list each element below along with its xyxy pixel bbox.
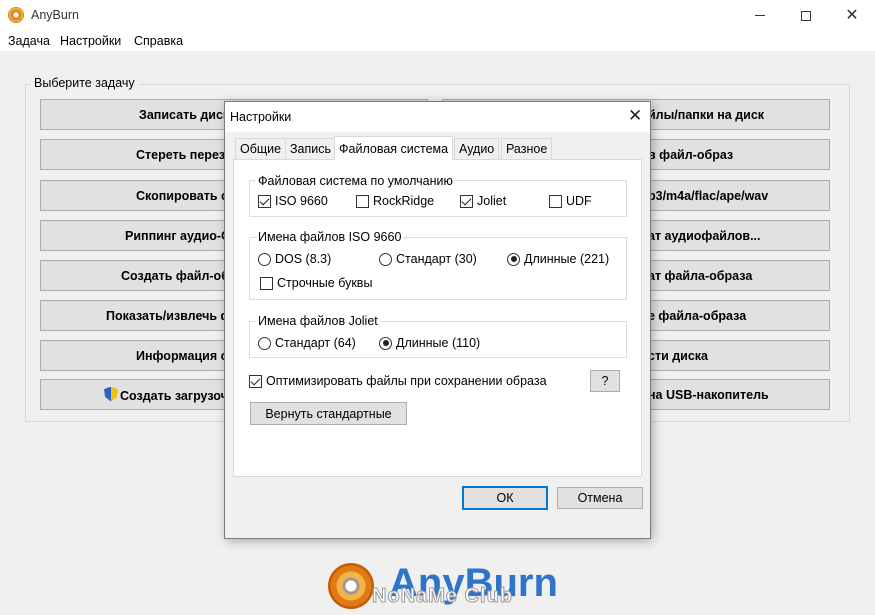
- minimize-icon: [755, 15, 765, 16]
- close-icon: ✕: [845, 6, 859, 24]
- watermark: NoNaMe Club: [372, 585, 513, 608]
- task-label: Создать файл-обр: [121, 268, 237, 283]
- joliet-checkbox[interactable]: Joliet: [460, 194, 506, 208]
- lowercase-checkbox[interactable]: Строчные буквы: [260, 276, 372, 290]
- task-label: в файл-образ: [648, 147, 734, 162]
- optimize-checkbox[interactable]: Оптимизировать файлы при сохранении обра…: [249, 374, 547, 388]
- checkbox-box: [549, 194, 562, 208]
- uac-shield-icon: [104, 386, 118, 402]
- radio-label: DOS (8.3): [275, 252, 332, 266]
- menu-settings[interactable]: Настройки: [60, 34, 121, 48]
- reset-defaults-button[interactable]: Вернуть стандартные: [250, 402, 407, 425]
- task-label: сти диска: [648, 348, 709, 363]
- tab-audio[interactable]: Аудио: [454, 138, 500, 159]
- dialog-title: Настройки: [230, 110, 292, 124]
- radio-circle: [258, 336, 271, 350]
- task-label: ат аудиофайлов...: [648, 228, 761, 243]
- maximize-icon: [801, 10, 811, 21]
- anyburn-app-icon: [8, 7, 24, 23]
- settings-dialog: Настройки ✕ Общие Запись Файловая систем…: [224, 101, 651, 539]
- checkbox-label: ISO 9660: [275, 194, 328, 208]
- task-group-label: Выберите задачу: [31, 76, 138, 90]
- radio-label: Длинные (221): [524, 252, 610, 266]
- title-bar: AnyBurn ✕: [0, 0, 875, 31]
- task-label: е файла-образа: [648, 308, 747, 323]
- task-label: Показать/извлечь ф: [106, 308, 232, 323]
- maximize-button[interactable]: [783, 0, 829, 31]
- iso9660-checkbox[interactable]: ISO 9660: [258, 194, 328, 208]
- menu-task[interactable]: Задача: [8, 34, 50, 48]
- checkbox-box: [249, 374, 262, 388]
- tab-misc[interactable]: Разное: [501, 138, 553, 159]
- minimize-button[interactable]: [737, 0, 783, 31]
- radio-circle: [258, 252, 271, 266]
- iso-standard-radio[interactable]: Стандарт (30): [379, 252, 477, 266]
- task-label: йлы/папки на диск: [648, 107, 765, 122]
- iso-names-group: [249, 237, 627, 300]
- menu-bar: Задача Настройки Справка: [0, 31, 875, 51]
- radio-circle: [379, 336, 392, 350]
- radio-label: Стандарт (30): [396, 252, 477, 266]
- help-button[interactable]: ?: [590, 370, 620, 392]
- fs-default-group-label: Файловая система по умолчанию: [256, 174, 455, 188]
- radio-circle: [507, 252, 520, 266]
- udf-checkbox[interactable]: UDF: [549, 194, 592, 208]
- window-title: AnyBurn: [31, 8, 79, 22]
- radio-label: Стандарт (64): [275, 336, 356, 350]
- tab-filesystem[interactable]: Файловая система: [334, 136, 454, 160]
- task-label: ат файла-образа: [648, 268, 753, 283]
- iso-names-group-label: Имена файлов ISO 9660: [256, 230, 404, 244]
- filesystem-panel: Файловая система по умолчанию ISO 9660 R…: [233, 159, 642, 477]
- checkbox-box: [356, 194, 369, 208]
- dialog-close-button[interactable]: ✕: [628, 107, 642, 124]
- task-label: Записать диск: [139, 107, 230, 122]
- joliet-standard-radio[interactable]: Стандарт (64): [258, 336, 356, 350]
- task-label: p3/m4a/flac/ape/wav: [648, 188, 769, 203]
- checkbox-box: [460, 194, 473, 208]
- tab-write[interactable]: Запись: [285, 138, 337, 159]
- joliet-long-radio[interactable]: Длинные (110): [379, 336, 480, 350]
- close-window-button[interactable]: ✕: [829, 0, 875, 31]
- checkbox-label: UDF: [566, 194, 592, 208]
- checkbox-box: [260, 276, 273, 290]
- radio-label: Длинные (110): [396, 336, 481, 350]
- checkbox-label: Оптимизировать файлы при сохранении обра…: [266, 374, 547, 388]
- task-label: Риппинг аудио-C: [125, 228, 231, 243]
- dialog-title-bar: Настройки ✕: [225, 102, 650, 132]
- ok-button[interactable]: ОК: [462, 486, 548, 510]
- task-label: Создать загрузоч: [120, 388, 228, 403]
- cancel-button[interactable]: Отмена: [557, 487, 643, 509]
- menu-help[interactable]: Справка: [134, 34, 183, 48]
- iso-long-radio[interactable]: Длинные (221): [507, 252, 609, 266]
- task-label: Стереть переза: [136, 147, 232, 162]
- tab-general[interactable]: Общие: [235, 138, 287, 159]
- checkbox-box: [258, 194, 271, 208]
- close-icon: ✕: [628, 106, 643, 125]
- task-label: на USB-накопитель: [648, 387, 769, 402]
- iso-dos-radio[interactable]: DOS (8.3): [258, 252, 331, 266]
- checkbox-label: Строчные буквы: [277, 276, 373, 290]
- checkbox-label: RockRidge: [373, 194, 435, 208]
- task-label: Информация о: [136, 348, 229, 363]
- joliet-names-group-label: Имена файлов Joliet: [256, 314, 380, 328]
- radio-circle: [379, 252, 392, 266]
- rockridge-checkbox[interactable]: RockRidge: [356, 194, 434, 208]
- anyburn-logo-icon: [328, 563, 374, 609]
- task-label: Скопировать од: [136, 188, 237, 203]
- checkbox-label: Joliet: [477, 194, 507, 208]
